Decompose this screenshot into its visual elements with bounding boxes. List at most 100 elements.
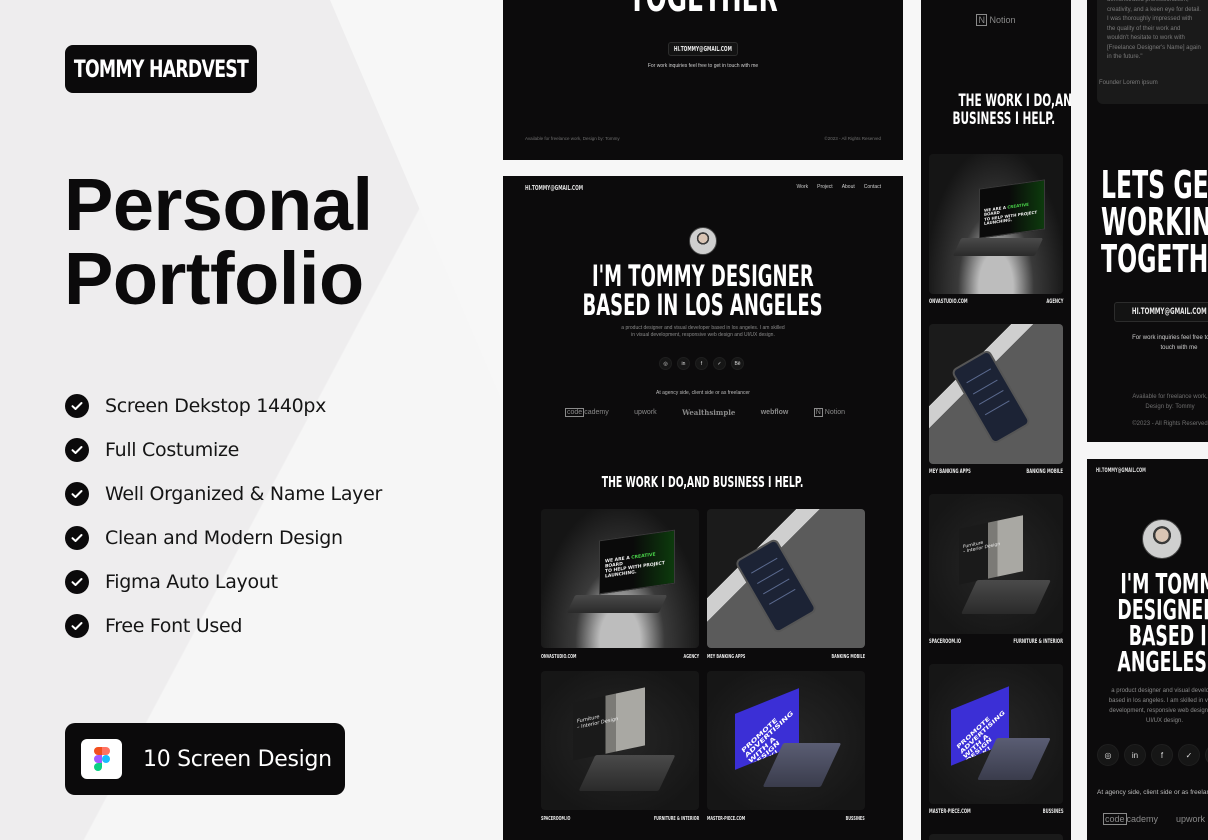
feature-label: Full Costumize — [105, 439, 240, 461]
project-image: Furniture – Interior Design — [929, 494, 1063, 634]
social-links: ◎ in f ✓ Bē — [659, 357, 744, 370]
mockup-desktop-footer: TOGETHER HI.TOMMY@GMAIL.COM For work inq… — [503, 0, 903, 160]
project-image: PROMOTE ADVERTISING WITH A DESIGN LOOK! — [929, 664, 1063, 804]
project-card[interactable]: MEY BANKING APPS BANKING MOBILE — [707, 509, 865, 662]
project-image: WE ARE A CREATIVE BOARD TO HELP WITH PRO… — [541, 509, 699, 648]
project-card[interactable]: MEY BANKING APPS BANKING MOBILE — [929, 324, 1063, 476]
project-card-next — [929, 834, 1063, 840]
project-image: PROMOTE ADVERTISING WITH A DESIGN LOOK! — [707, 671, 865, 810]
check-circle-icon — [65, 526, 89, 550]
feature-item: Figma Auto Layout — [65, 560, 382, 604]
cta-heading: TOGETHER — [503, 0, 903, 18]
section-title: THE WORK I DO,AND BUSINESS I HELP. — [952, 91, 1071, 129]
project-category: FURNITURE & INTERIOR — [1013, 638, 1063, 645]
instagram-icon[interactable]: ◎ — [659, 357, 672, 370]
project-category: AGENCY — [1045, 298, 1063, 305]
mockup-desktop-home: HI.TOMMY@GMAIL.COM Work Project About Co… — [503, 176, 903, 840]
project-image: WE ARE A CREATIVE BOARD TO HELP WITH PROJ… — [929, 154, 1063, 294]
client-logos: code cademy upwork — [1103, 813, 1206, 825]
footer-copyright: ©2023 - All Rights Reserved — [1132, 421, 1208, 427]
facebook-icon[interactable]: f — [1151, 744, 1173, 766]
avatar — [689, 227, 717, 255]
project-card[interactable]: WE ARE A CREATIVE BOARD TO HELP WITH PROJ… — [929, 154, 1063, 306]
nav-contact[interactable]: Contact — [864, 184, 881, 190]
footer-left: Available for freelance work, Design by:… — [1132, 394, 1208, 410]
feature-label: Screen Dekstop 1440px — [105, 395, 327, 417]
project-card[interactable]: PROMOTE ADVERTISING WITH A DESIGN LOOK! MAS… — [929, 664, 1063, 816]
hero-headline: I'M TOMMY DESIGNER BASED IN LOS ANGELES — [582, 259, 824, 322]
feature-item: Screen Dekstop 1440px — [65, 384, 382, 428]
feature-item: Clean and Modern Design — [65, 516, 382, 560]
nav-work[interactable]: Work — [797, 184, 809, 190]
notion-logo: N Notion — [813, 408, 845, 417]
footer-left: Available for freelance work, Design by:… — [525, 136, 620, 141]
nav-email[interactable]: HI.TOMMY@GMAIL.COM — [1096, 467, 1176, 474]
testimonial-author: Founder Lorem ipsum — [1099, 80, 1158, 86]
nav-project[interactable]: Project — [817, 184, 833, 190]
project-card[interactable]: PROMOTE ADVERTISING WITH A DESIGN LOOK! MAS… — [707, 671, 865, 824]
feature-item: Well Organized & Name Layer — [65, 472, 382, 516]
linkedin-icon[interactable]: in — [677, 357, 690, 370]
email-button[interactable]: HI.TOMMY@GMAIL.COM — [1114, 302, 1208, 322]
screens-badge: 10 Screen Design — [65, 723, 345, 795]
project-name: ONVASTUDIO.COM — [541, 654, 577, 660]
avatar — [1142, 519, 1182, 559]
linkedin-icon[interactable]: in — [1124, 744, 1146, 766]
title-line-1: Personal — [64, 163, 373, 246]
feature-item: Free Font Used — [65, 604, 382, 648]
cta-heading: LETS GET WORKING TOGETHER — [1101, 163, 1208, 281]
notion-logo: N Notion — [976, 14, 1016, 26]
testimonial-card: demonstrated professionalism, creativity… — [1097, 0, 1208, 104]
upwork-logo: upwork — [634, 409, 657, 416]
title-line-2: Portfolio — [64, 237, 364, 320]
project-card[interactable]: Furniture – Interior Design SPACEROOM.IO … — [541, 671, 699, 824]
mockup-mobile-footer: demonstrated professionalism, creativity… — [1087, 0, 1208, 442]
wealthsimple-logo: Wealthsimple — [682, 408, 736, 417]
brand-badge: TOMMY HARDVEST — [65, 45, 257, 93]
mockup-mobile-work: N Notion THE WORK I DO,AND BUSINESS I HE… — [921, 0, 1071, 840]
upwork-logo: upwork — [1176, 814, 1206, 824]
check-circle-icon — [65, 570, 89, 594]
agency-text: At agency side, client side or as freela… — [1097, 789, 1208, 796]
social-links: ◎ in f ✓ Bē — [1097, 744, 1208, 766]
project-image — [929, 324, 1063, 464]
project-category: AGENCY — [683, 654, 699, 660]
email-button[interactable]: HI.TOMMY@GMAIL.COM — [668, 42, 738, 56]
facebook-icon[interactable]: f — [695, 357, 708, 370]
project-name: MEY BANKING APPS — [707, 654, 746, 660]
behance-icon[interactable]: Bē — [731, 357, 744, 370]
project-name: MASTER-PIECE.COM — [707, 816, 746, 822]
mockup-mobile-home: HI.TOMMY@GMAIL.COM I'M TOMMY DESIGNER BA… — [1087, 459, 1208, 840]
hero-description: a product designer and visual developer … — [621, 325, 785, 338]
feature-label: Figma Auto Layout — [105, 571, 278, 593]
check-circle-icon — [65, 394, 89, 418]
nav-email[interactable]: HI.TOMMY@GMAIL.COM — [525, 184, 619, 192]
project-card[interactable]: WE ARE A CREATIVE BOARD TO HELP WITH PRO… — [541, 509, 699, 662]
project-card[interactable]: Furniture – Interior Design SPACEROOM.IO … — [929, 494, 1063, 646]
project-name: SPACEROOM.IO — [929, 638, 962, 645]
instagram-icon[interactable]: ◎ — [1097, 744, 1119, 766]
agency-text: At agency side, client side or as freela… — [656, 390, 750, 396]
project-name: SPACEROOM.IO — [541, 816, 571, 822]
feature-label: Well Organized & Name Layer — [105, 483, 383, 505]
check-circle-icon — [65, 482, 89, 506]
project-category: FURNITURE & INTERIOR — [653, 816, 699, 822]
project-category: BUSSINES — [845, 816, 865, 822]
inquiry-text: For work inquiries feel free to get in t… — [647, 63, 759, 69]
project-image: Furniture – Interior Design — [541, 671, 699, 810]
twitter-icon[interactable]: ✓ — [1178, 744, 1200, 766]
laptop-screen: WE ARE A CREATIVE BOARD TO HELP WITH PRO… — [599, 529, 675, 595]
screens-label: 10 Screen Design — [143, 746, 332, 772]
codecademy-logo: code cademy — [1103, 813, 1159, 825]
check-circle-icon — [65, 438, 89, 462]
webflow-logo: webflow — [760, 409, 789, 416]
feature-item: Full Costumize — [65, 428, 382, 472]
project-category: BANKING MOBILE — [831, 654, 865, 660]
feature-list: Screen Dekstop 1440px Full Costumize Wel… — [65, 384, 382, 648]
hero-headline: I'M TOMMY DESIGNER BASED IN LOS ANGELES — [1117, 567, 1208, 678]
nav-about[interactable]: About — [842, 184, 855, 190]
phone-mockup — [734, 537, 818, 635]
project-category: BUSSINES — [1042, 808, 1063, 815]
twitter-icon[interactable]: ✓ — [713, 357, 726, 370]
check-circle-icon — [65, 614, 89, 638]
